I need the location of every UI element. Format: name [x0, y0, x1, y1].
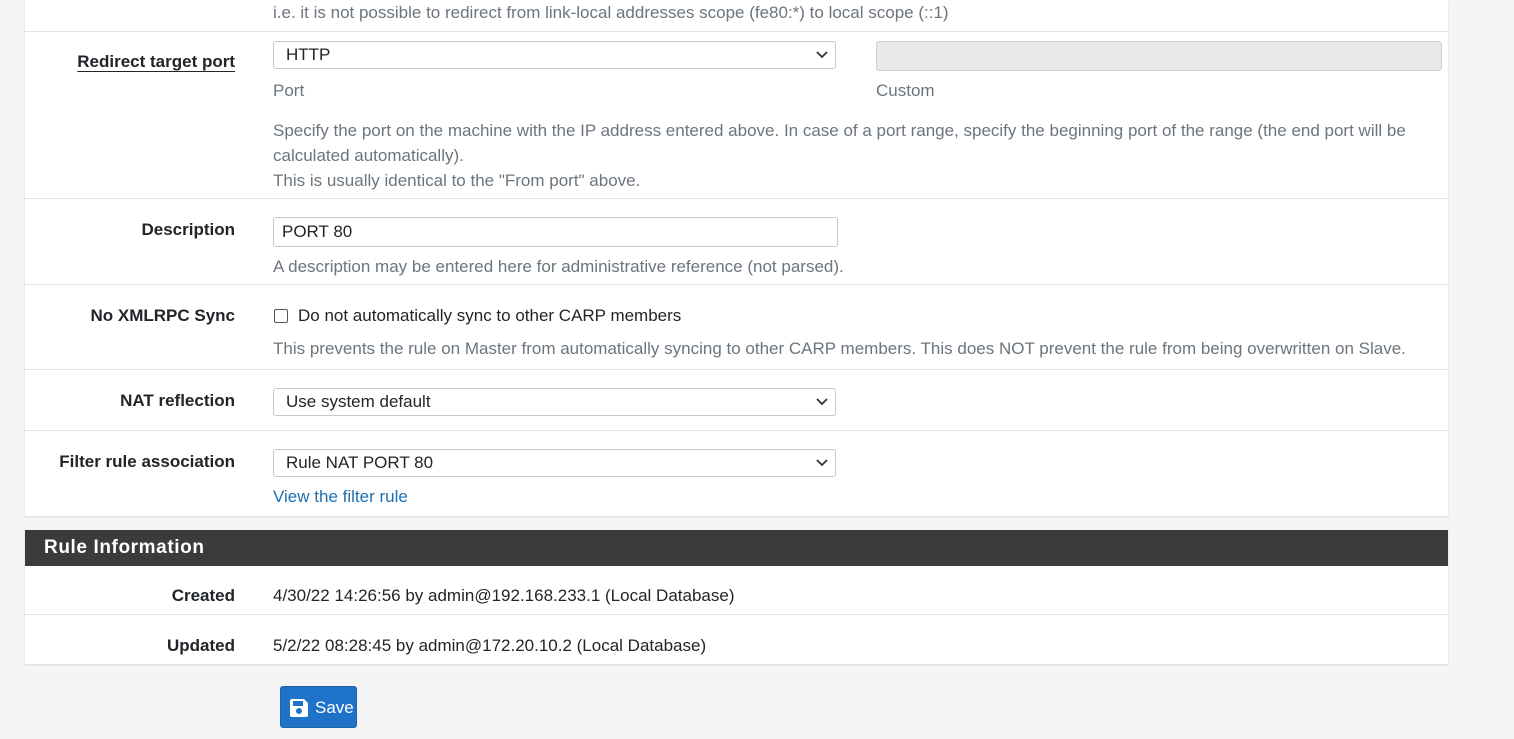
save-button[interactable]: Save [280, 686, 357, 728]
redirect-port-help-line1: Specify the port on the machine with the… [273, 121, 1406, 140]
no-xmlrpc-sync-row: No XMLRPC Sync Do not automatically sync… [25, 284, 1448, 370]
nat-reflection-select[interactable]: Use system default [273, 388, 836, 416]
filter-rule-association-row: Filter rule association Rule NAT PORT 80… [25, 430, 1448, 517]
save-button-label: Save [315, 698, 354, 717]
redirect-target-port-row: Redirect target port HTTP Port Custom Sp… [25, 31, 1448, 199]
redirect-port-help-line2: calculated automatically). [273, 146, 464, 165]
no-xmlrpc-sync-label: No XMLRPC Sync [90, 306, 235, 325]
created-label: Created [171, 586, 235, 605]
rule-information-panel: Rule Information Created 4/30/22 14:26:5… [25, 530, 1448, 664]
created-value: 4/30/22 14:26:56 by admin@192.168.233.1 … [273, 586, 735, 605]
save-icon [289, 698, 309, 723]
top-note-row: i.e. it is not possible to redirect from… [25, 0, 1448, 31]
updated-value: 5/2/22 08:28:45 by admin@172.20.10.2 (Lo… [273, 636, 707, 655]
port-forward-form-panel: i.e. it is not possible to redirect from… [25, 0, 1448, 516]
nat-reflection-value: Use system default [286, 392, 431, 411]
chevron-down-icon [815, 390, 829, 422]
rule-information-header: Rule Information [25, 530, 1448, 566]
custom-port-input[interactable] [876, 41, 1442, 71]
chevron-down-icon [815, 43, 829, 75]
updated-row: Updated 5/2/22 08:28:45 by admin@172.20.… [25, 614, 1448, 665]
redirect-port-help-line3: This is usually identical to the "From p… [273, 171, 641, 190]
view-filter-rule-link[interactable]: View the filter rule [273, 487, 408, 507]
no-xmlrpc-sync-checkbox-label[interactable]: Do not automatically sync to other CARP … [298, 306, 681, 326]
no-xmlrpc-sync-checkbox[interactable] [274, 309, 288, 323]
filter-rule-association-label: Filter rule association [59, 452, 235, 471]
nat-reflection-label: NAT reflection [120, 391, 235, 410]
custom-sublabel: Custom [876, 81, 935, 100]
redirect-port-select[interactable]: HTTP [273, 41, 836, 69]
description-input[interactable]: PORT 80 [273, 217, 838, 247]
port-sublabel: Port [273, 81, 305, 100]
top-note-text: i.e. it is not possible to redirect from… [273, 3, 949, 22]
description-label: Description [141, 220, 235, 239]
redirect-target-port-label: Redirect target port [77, 52, 235, 71]
nat-reflection-row: NAT reflection Use system default [25, 369, 1448, 431]
redirect-port-value: HTTP [286, 45, 331, 64]
chevron-down-icon [815, 451, 829, 483]
created-row: Created 4/30/22 14:26:56 by admin@192.16… [25, 566, 1448, 614]
redirect-port-help: Specify the port on the machine with the… [273, 118, 1443, 193]
updated-label: Updated [167, 636, 235, 655]
description-row: Description PORT 80 A description may be… [25, 198, 1448, 285]
no-xmlrpc-sync-help: This prevents the rule on Master from au… [273, 339, 1406, 358]
description-help: A description may be entered here for ad… [273, 257, 844, 276]
filter-rule-association-value: Rule NAT PORT 80 [286, 453, 434, 472]
filter-rule-association-select[interactable]: Rule NAT PORT 80 [273, 449, 836, 477]
